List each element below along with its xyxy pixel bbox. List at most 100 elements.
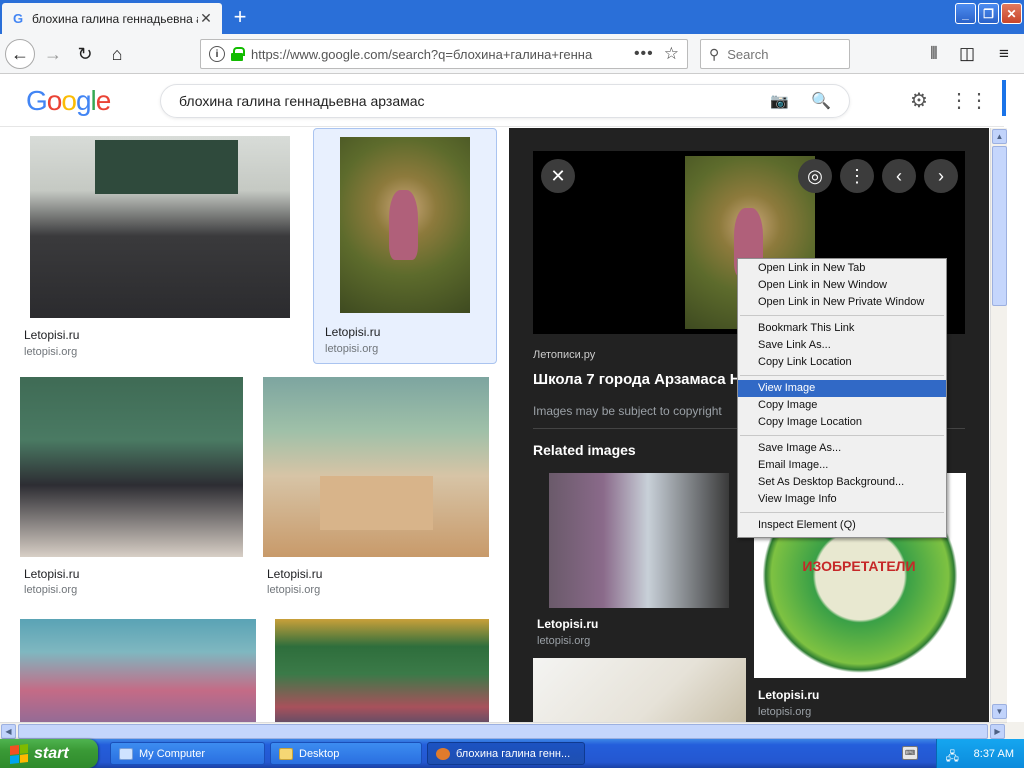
browser-search-bar[interactable]: ⚲: [700, 39, 850, 69]
context-menu-item[interactable]: View Image: [738, 380, 946, 397]
network-icon[interactable]: 🖧: [946, 747, 960, 763]
address-bar[interactable]: i https://www.google.com/search?q=блохин…: [200, 39, 688, 69]
result-source: Letopisi.ru: [24, 567, 80, 581]
apps-grid-icon[interactable]: ⋮⋮: [949, 88, 989, 112]
context-menu-item[interactable]: Bookmark This Link: [738, 320, 946, 337]
clock[interactable]: 8:37 AM: [974, 748, 1014, 760]
system-tray: 🖧 8:37 AM: [936, 739, 1024, 768]
image-result[interactable]: Letopisi.ru letopisi.org: [20, 377, 244, 599]
settings-gear-icon[interactable]: ⚙: [907, 88, 931, 112]
image-result[interactable]: [20, 619, 256, 722]
taskbar-item-desktop[interactable]: Desktop: [270, 742, 422, 765]
browser-tab[interactable]: G блохина галина геннадьевна ар ✕: [2, 3, 222, 34]
image-result[interactable]: Letopisi.ru letopisi.org: [20, 132, 300, 360]
horizontal-scroll-thumb[interactable]: [18, 724, 988, 739]
result-thumbnail[interactable]: [275, 619, 489, 722]
browser-search-input[interactable]: [727, 46, 828, 62]
next-icon[interactable]: ›: [924, 159, 958, 193]
context-menu-item[interactable]: Inspect Element (Q): [738, 517, 946, 534]
page-actions-icon[interactable]: •••: [634, 45, 654, 63]
vertical-scroll-thumb[interactable]: [992, 146, 1007, 306]
keyboard-icon[interactable]: ⌨: [902, 746, 918, 760]
sidebar-icon[interactable]: ◫: [955, 42, 979, 66]
result-thumbnail[interactable]: [20, 377, 243, 557]
sign-in-button-edge[interactable]: [1002, 80, 1006, 116]
image-result[interactable]: Letopisi.ru letopisi.org: [263, 377, 489, 599]
google-logo-letter: o: [46, 85, 63, 116]
related-image-thumbnail[interactable]: [549, 473, 729, 608]
context-menu-item[interactable]: Open Link in New Window: [738, 277, 946, 294]
bookmark-star-icon[interactable]: ☆: [664, 44, 679, 64]
result-thumbnail[interactable]: [30, 136, 290, 318]
lens-icon[interactable]: ◎: [798, 159, 832, 193]
scroll-up-arrow-icon[interactable]: ▲: [992, 129, 1007, 144]
search-icon[interactable]: 🔍: [811, 91, 831, 111]
close-window-button[interactable]: ✕: [1001, 3, 1022, 24]
result-domain: letopisi.org: [267, 584, 321, 596]
url-text[interactable]: https://www.google.com/search?q=блохина+…: [251, 47, 628, 62]
taskbar-item-label: Desktop: [299, 747, 340, 760]
context-menu-item[interactable]: Copy Link Location: [738, 354, 946, 371]
info-icon[interactable]: i: [209, 46, 225, 62]
menu-separator: [740, 435, 944, 436]
taskbar-item-my-computer[interactable]: My Computer: [110, 742, 265, 765]
search-query[interactable]: блохина галина геннадьевна арзамас: [179, 93, 770, 109]
scroll-down-arrow-icon[interactable]: ▼: [992, 704, 1007, 719]
maximize-button[interactable]: ❐: [978, 3, 999, 24]
context-menu-item[interactable]: Set As Desktop Background...: [738, 474, 946, 491]
context-menu-item[interactable]: Open Link in New Private Window: [738, 294, 946, 311]
vertical-scrollbar[interactable]: ▲ ▼: [990, 128, 1007, 722]
context-menu-item[interactable]: Email Image...: [738, 457, 946, 474]
start-button[interactable]: start: [0, 739, 98, 768]
result-source: Letopisi.ru: [267, 567, 323, 581]
google-search-box[interactable]: блохина галина геннадьевна арзамас 📷 🔍: [160, 84, 850, 118]
result-thumbnail[interactable]: [20, 619, 256, 722]
copyright-notice: Images may be subject to copyright: [533, 404, 722, 418]
preview-title[interactable]: Школа 7 города Арзамаса Ни: [533, 371, 750, 388]
related-image-thumbnail[interactable]: [533, 658, 746, 722]
horizontal-scrollbar[interactable]: ◀ ▶: [0, 722, 1007, 739]
google-logo-letter: G: [26, 85, 48, 116]
google-logo-letter: e: [95, 85, 112, 116]
context-menu-item[interactable]: Open Link in New Tab: [738, 260, 946, 277]
previous-icon[interactable]: ‹: [882, 159, 916, 193]
context-menu-item[interactable]: Copy Image: [738, 397, 946, 414]
scroll-right-arrow-icon[interactable]: ▶: [990, 724, 1005, 739]
reload-button[interactable]: ↻: [70, 39, 100, 69]
google-logo-letter: o: [61, 85, 77, 116]
tab-strip: G блохина галина геннадьевна ар ✕ + _ ❐ …: [0, 0, 1024, 34]
menu-icon[interactable]: ≡: [992, 42, 1016, 66]
forward-button[interactable]: →: [38, 39, 68, 69]
scrollbar-corner: [1007, 722, 1024, 739]
taskbar-item-firefox[interactable]: блохина галина генн...: [427, 742, 585, 765]
google-favicon-icon: G: [12, 11, 24, 26]
image-result-selected[interactable]: Letopisi.ru letopisi.org: [313, 128, 497, 364]
related-images-heading: Related images: [533, 442, 636, 458]
preview-site-name[interactable]: Летописи.ру: [533, 349, 595, 361]
camera-icon[interactable]: 📷: [770, 92, 789, 110]
context-menu-item[interactable]: Save Image As...: [738, 440, 946, 457]
context-menu-item[interactable]: View Image Info: [738, 491, 946, 508]
tab-close-icon[interactable]: ✕: [198, 10, 214, 27]
result-thumbnail[interactable]: [340, 137, 470, 313]
library-icon[interactable]: ⫴: [922, 42, 946, 66]
context-menu-item[interactable]: Save Link As...: [738, 337, 946, 354]
minimize-button[interactable]: _: [955, 3, 976, 24]
more-options-icon[interactable]: ⋮: [840, 159, 874, 193]
image-result[interactable]: [275, 619, 489, 722]
scroll-left-arrow-icon[interactable]: ◀: [1, 724, 16, 739]
google-logo[interactable]: Google: [26, 85, 112, 117]
related-source: Letopisi.ru: [537, 617, 599, 631]
result-thumbnail[interactable]: [263, 377, 489, 557]
context-menu-item[interactable]: Copy Image Location: [738, 414, 946, 431]
new-tab-button[interactable]: +: [228, 6, 252, 30]
menu-separator: [740, 512, 944, 513]
close-preview-icon[interactable]: ✕: [541, 159, 575, 193]
navigation-toolbar: ← → ↻ ⌂ i https://www.google.com/search?…: [0, 34, 1024, 74]
result-domain: letopisi.org: [325, 343, 379, 355]
back-button[interactable]: ←: [5, 39, 35, 69]
related-source: Letopisi.ru: [758, 688, 820, 702]
result-source: Letopisi.ru: [24, 328, 80, 342]
home-button[interactable]: ⌂: [102, 39, 132, 69]
context-menu: Open Link in New Tab Open Link in New Win…: [737, 258, 947, 538]
